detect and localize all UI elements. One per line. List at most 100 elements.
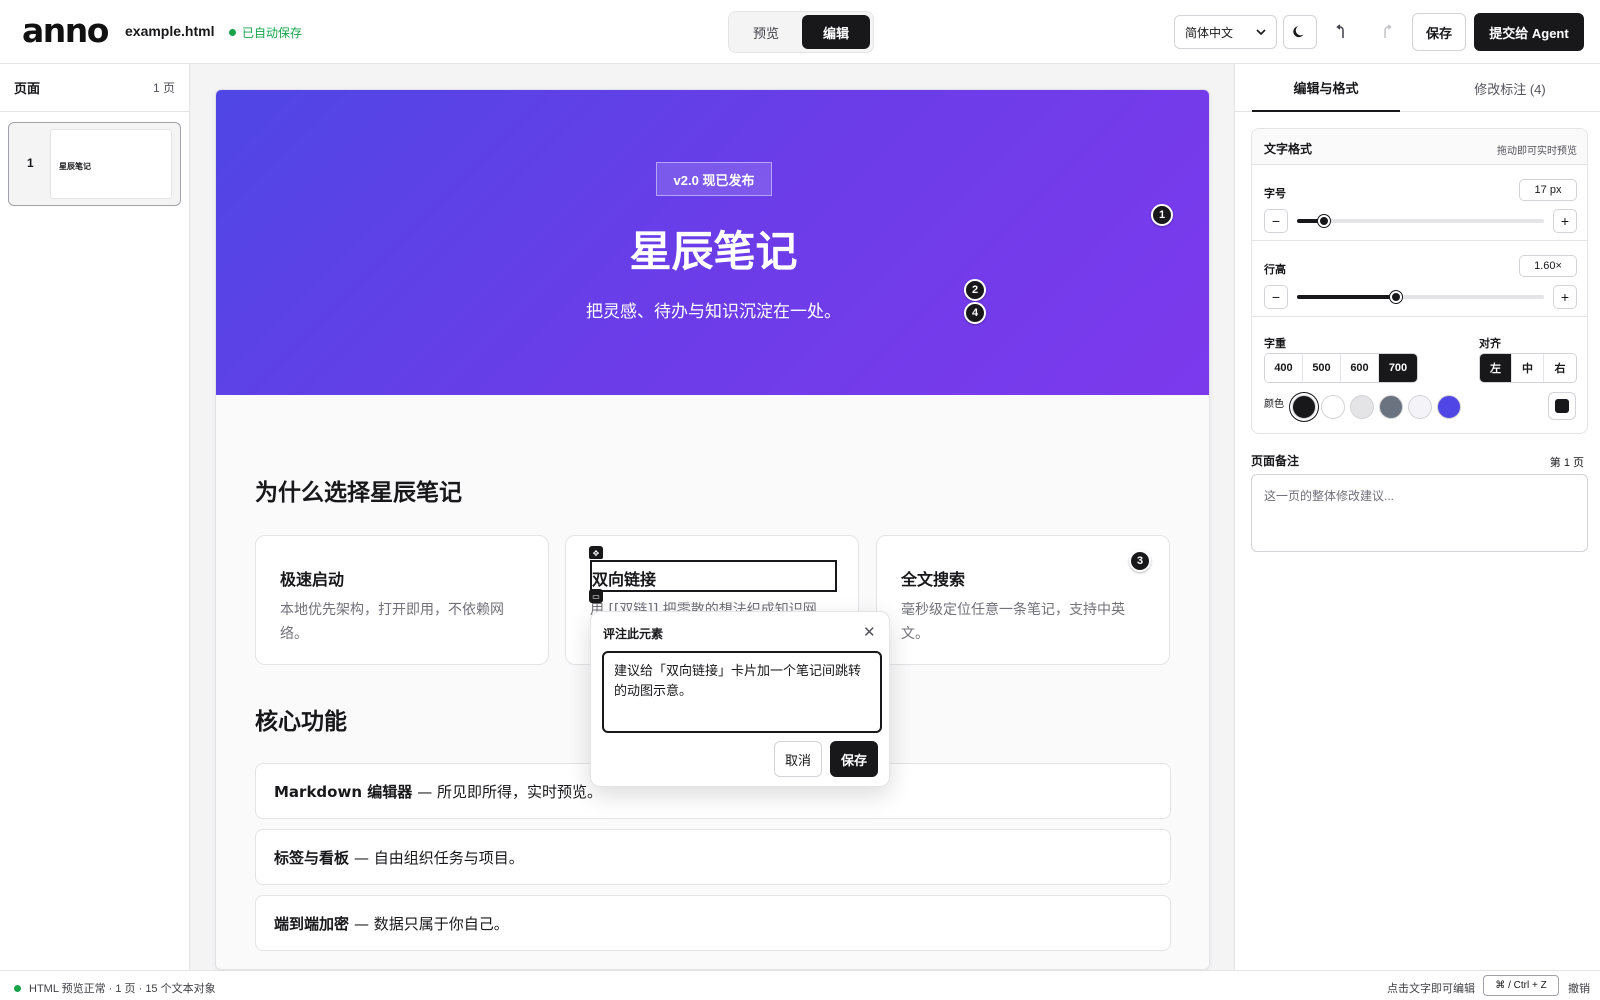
- page-notes-title: 页面备注: [1251, 454, 1300, 468]
- line-height-value[interactable]: 1.60×: [1519, 255, 1577, 277]
- cancel-button[interactable]: 取消: [774, 741, 822, 777]
- undo-shortcut: ⌘ / Ctrl + Z: [1483, 975, 1559, 996]
- section-title-why[interactable]: 为什么选择星辰笔记: [255, 473, 462, 507]
- panel-tabs: 编辑与格式 修改标注 (4): [1235, 64, 1600, 112]
- annotation-marker[interactable]: 3: [1129, 550, 1151, 572]
- popover-title: 评注此元素: [603, 627, 664, 641]
- color-swatch[interactable]: [1379, 395, 1403, 419]
- line-height-slider[interactable]: [1297, 291, 1544, 303]
- status-bar: HTML 预览正常 · 1 页 · 15 个文本对象 点击文字即可编辑 ⌘ / …: [0, 970, 1600, 1000]
- page-thumbnail[interactable]: 1 星辰笔记: [8, 122, 181, 206]
- undo-icon: [1336, 24, 1344, 38]
- status-dot-icon: [14, 984, 21, 992]
- hero-title[interactable]: 星辰笔记: [216, 218, 1209, 279]
- align-option[interactable]: 左: [1480, 354, 1512, 382]
- weight-option[interactable]: 700: [1379, 354, 1417, 382]
- mode-toggle: 预览 编辑: [728, 11, 874, 53]
- page-notes-page: 第 1 页: [1549, 457, 1584, 469]
- pages-header: 页面 1 页: [0, 64, 189, 112]
- font-size-increase-button[interactable]: +: [1553, 209, 1577, 233]
- font-size-value[interactable]: 17 px: [1519, 179, 1577, 201]
- line-height-increase-button[interactable]: +: [1553, 285, 1577, 309]
- weight-option[interactable]: 400: [1265, 354, 1303, 382]
- hero-subtitle[interactable]: 把灵感、待办与知识沉淀在一处。: [216, 297, 1209, 322]
- feature-name: 端到端加密: [274, 914, 350, 933]
- line-height-decrease-button[interactable]: −: [1264, 285, 1288, 309]
- slider-thumb[interactable]: [1318, 215, 1330, 227]
- color-swatch[interactable]: [1292, 395, 1316, 419]
- undo-button[interactable]: [1325, 15, 1359, 49]
- font-size-slider[interactable]: [1297, 215, 1544, 227]
- language-select[interactable]: 简体中文: [1174, 15, 1277, 49]
- card-description[interactable]: 毫秒级定位任意一条笔记，支持中英文。: [901, 598, 1151, 646]
- submit-to-agent-button[interactable]: 提交给 Agent: [1474, 13, 1584, 51]
- annotation-marker[interactable]: 1: [1151, 204, 1173, 226]
- color-preview-icon: [1555, 399, 1569, 413]
- close-icon[interactable]: ✕: [863, 623, 876, 641]
- align-option[interactable]: 右: [1544, 354, 1576, 382]
- line-height-label: 行高: [1264, 264, 1286, 276]
- redo-icon: [1384, 24, 1392, 38]
- drag-handle-icon[interactable]: ✥: [589, 546, 603, 560]
- text-format-section: 文字格式 拖动即可实时预览 字号 17 px − + 行高 1.60× − +: [1251, 128, 1588, 434]
- tab-edit-format[interactable]: 编辑与格式: [1252, 64, 1400, 112]
- page-preview-title: 星辰笔记: [59, 162, 91, 171]
- theme-toggle-button[interactable]: [1283, 15, 1317, 49]
- feature-name: 标签与看板: [274, 848, 350, 867]
- autosave-status: 已自动保存: [229, 24, 302, 41]
- align-selector: 左 中 右: [1479, 353, 1577, 383]
- color-swatch[interactable]: [1321, 395, 1345, 419]
- card-description[interactable]: 本地优先架构，打开即用，不依赖网络。: [280, 598, 530, 646]
- format-title: 文字格式: [1264, 142, 1313, 156]
- card-title[interactable]: 极速启动: [280, 566, 344, 590]
- feature-card: 极速启动 本地优先架构，打开即用，不依赖网络。: [255, 535, 549, 665]
- page-preview: 星辰笔记: [50, 129, 172, 199]
- moon-icon: [1293, 26, 1304, 38]
- redo-button[interactable]: [1369, 15, 1403, 49]
- feature-row[interactable]: 端到端加密 — 数据只属于你自己。: [255, 895, 1171, 951]
- tab-annotations[interactable]: 修改标注 (4): [1435, 64, 1585, 112]
- slider-thumb[interactable]: [1390, 291, 1402, 303]
- status-dot-icon: [229, 29, 236, 36]
- color-swatch[interactable]: [1408, 395, 1432, 419]
- feature-card: 全文搜索 毫秒级定位任意一条笔记，支持中英文。 3: [876, 535, 1170, 665]
- page-number: 1: [27, 156, 34, 170]
- comment-popover: 评注此元素 ✕ 建议给「双向链接」卡片加一个笔记间跳转的动图示意。 取消 保存: [590, 611, 890, 787]
- feature-desc: — 所见即所得，实时预览。: [417, 782, 603, 801]
- weight-option[interactable]: 500: [1303, 354, 1341, 382]
- comment-textarea[interactable]: 建议给「双向链接」卡片加一个笔记间跳转的动图示意。: [602, 651, 882, 733]
- top-bar: anno example.html 已自动保存 预览 编辑 简体中文 保存 提交…: [0, 0, 1600, 64]
- annotation-marker[interactable]: 2: [964, 279, 986, 301]
- release-badge[interactable]: v2.0 现已发布: [656, 162, 772, 196]
- edit-mode-button[interactable]: 编辑: [802, 15, 870, 49]
- undo-link[interactable]: 撤销: [1568, 980, 1590, 996]
- chevron-down-icon: [1256, 29, 1266, 36]
- feature-row[interactable]: 标签与看板 — 自由组织任务与项目。: [255, 829, 1171, 885]
- line-height-row: 行高 1.60× − +: [1252, 241, 1587, 317]
- section-title-features[interactable]: 核心功能: [255, 702, 347, 736]
- color-swatch[interactable]: [1437, 395, 1461, 419]
- custom-color-button[interactable]: [1548, 392, 1576, 420]
- weight-option[interactable]: 600: [1341, 354, 1379, 382]
- font-size-decrease-button[interactable]: −: [1264, 209, 1288, 233]
- autosave-label: 已自动保存: [242, 26, 303, 40]
- annotation-marker[interactable]: 4: [964, 302, 986, 324]
- color-swatch[interactable]: [1350, 395, 1374, 419]
- pages-count: 1 页: [152, 81, 175, 95]
- color-label: 颜色: [1264, 399, 1284, 410]
- pages-sidebar: 页面 1 页 1 星辰笔记: [0, 64, 190, 970]
- pages-title: 页面: [14, 81, 41, 96]
- save-comment-button[interactable]: 保存: [830, 741, 878, 777]
- format-header: 文字格式 拖动即可实时预览: [1252, 129, 1587, 165]
- font-size-row: 字号 17 px − +: [1252, 165, 1587, 241]
- hero-section: v2.0 现已发布 星辰笔记 把灵感、待办与知识沉淀在一处。 1 2 4: [216, 90, 1209, 395]
- weight-selector: 400 500 600 700: [1264, 353, 1418, 383]
- feature-desc: — 自由组织任务与项目。: [354, 848, 524, 867]
- save-button[interactable]: 保存: [1412, 13, 1466, 51]
- card-title[interactable]: 全文搜索: [901, 566, 965, 590]
- preview-mode-button[interactable]: 预览: [732, 15, 800, 49]
- feature-desc: — 数据只属于你自己。: [354, 914, 509, 933]
- feature-name: Markdown 编辑器: [274, 782, 413, 801]
- align-option[interactable]: 中: [1512, 354, 1544, 382]
- page-notes-textarea[interactable]: 这一页的整体修改建议...: [1251, 474, 1588, 552]
